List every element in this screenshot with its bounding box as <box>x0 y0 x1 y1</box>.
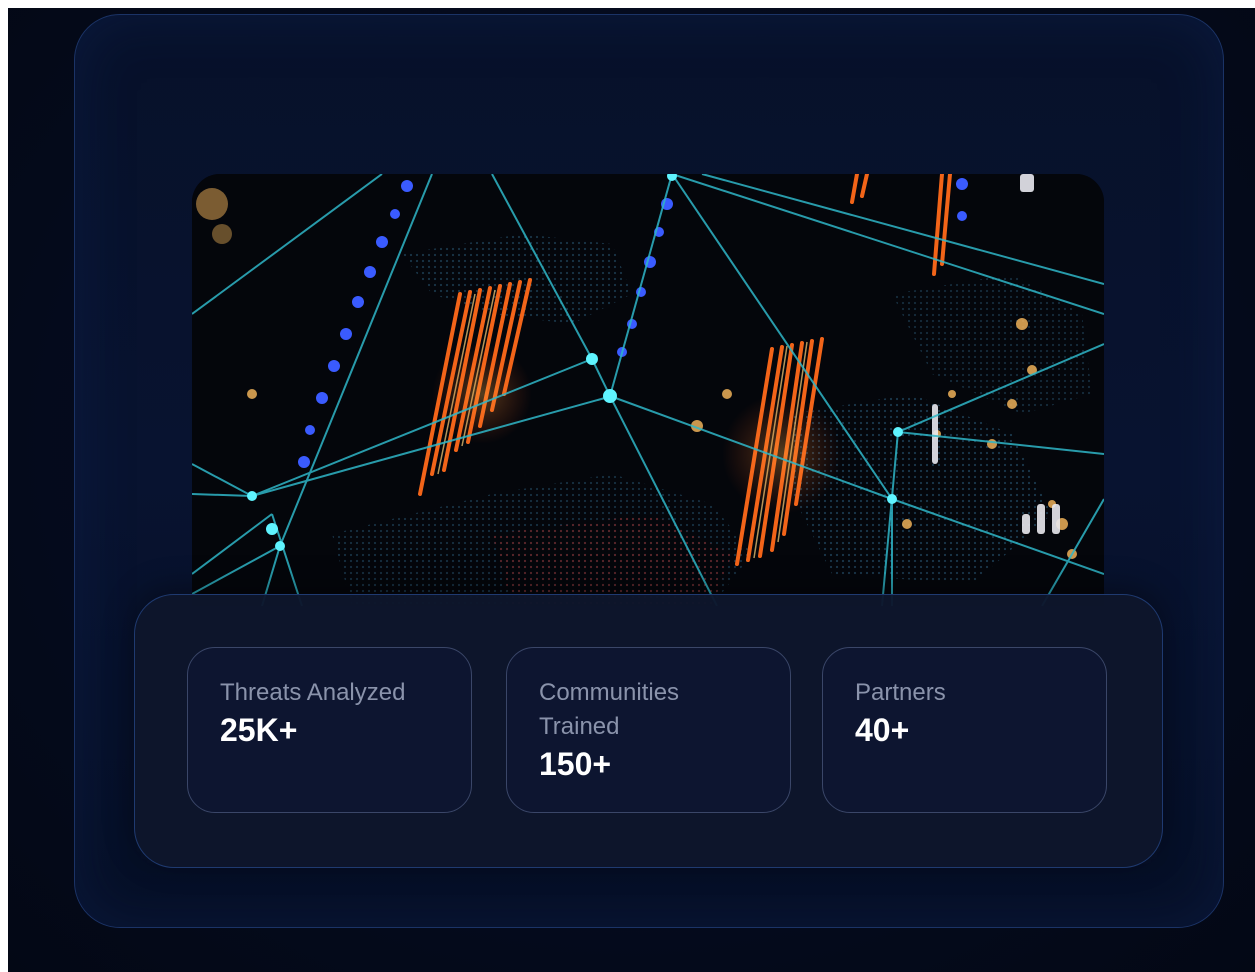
hero-image <box>192 174 1104 606</box>
stat-value: 40+ <box>855 712 910 748</box>
stat-card-partners: Partners 40+ <box>822 647 1107 813</box>
stat-value: 25K+ <box>220 712 298 748</box>
network-data-visualization <box>192 174 1104 606</box>
stat-label: Partners <box>855 679 946 706</box>
stat-card-threats: Threats Analyzed 25K+ <box>187 647 472 813</box>
page-background: Threats Analyzed 25K+ Communities Traine… <box>8 8 1255 972</box>
stats-panel: Threats Analyzed 25K+ Communities Traine… <box>134 594 1163 868</box>
stat-card-communities: Communities Trained 150+ <box>506 647 791 813</box>
stat-label: Threats Analyzed <box>220 679 406 706</box>
stat-label: Communities Trained <box>539 679 680 740</box>
stat-value: 150+ <box>539 746 612 782</box>
